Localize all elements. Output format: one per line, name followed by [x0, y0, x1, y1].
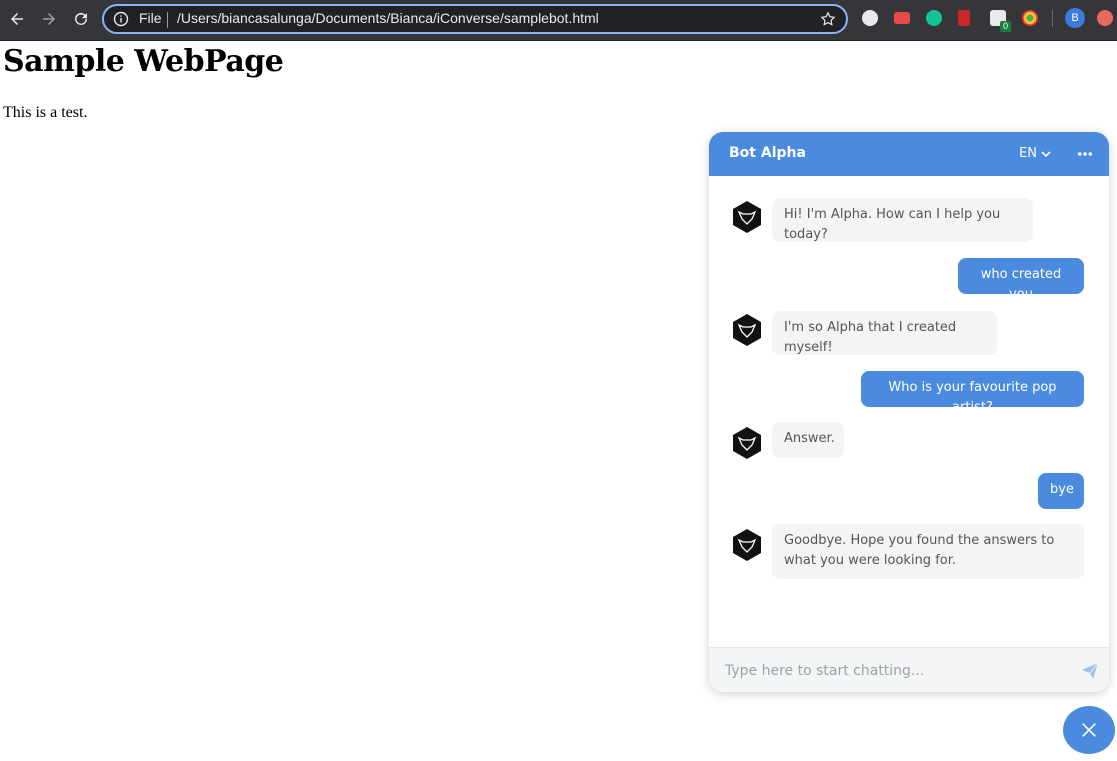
- bot-avatar-icon: [733, 529, 761, 561]
- extension-pdf-icon[interactable]: [958, 10, 970, 26]
- chevron-down-icon: [1041, 150, 1051, 157]
- extension-circle-icon[interactable]: [862, 10, 878, 26]
- chat-input[interactable]: [717, 654, 1082, 688]
- more-horizontal-icon: [1077, 152, 1093, 156]
- toolbar-divider: [1052, 10, 1053, 27]
- bot-avatar-icon: [733, 201, 761, 233]
- reload-icon: [75, 12, 87, 25]
- scheme-label: File: [139, 10, 162, 26]
- page-paragraph: This is a test.: [3, 104, 88, 121]
- forward-button[interactable]: [36, 6, 62, 32]
- close-chat-button[interactable]: [1063, 706, 1115, 754]
- profile-avatar[interactable]: B: [1065, 8, 1085, 28]
- language-label: EN: [1019, 146, 1037, 161]
- user-message: Who is your favourite pop artist?: [861, 371, 1084, 415]
- language-selector[interactable]: EN: [1019, 146, 1051, 161]
- url-text[interactable]: /Users/biancasalunga/Documents/Bianca/iC…: [177, 10, 599, 26]
- bot-message: Hi! I'm Alpha. How can I help you today?: [772, 198, 1033, 242]
- chat-title: Bot Alpha: [729, 145, 806, 161]
- chat-widget: Bot Alpha EN Hi! I'm Alpha. How can I he…: [709, 132, 1109, 692]
- send-icon[interactable]: [1081, 662, 1099, 680]
- user-message: who created you: [958, 258, 1084, 302]
- page-heading: Sample WebPage: [3, 44, 284, 79]
- bot-message: Goodbye. Hope you found the answers to w…: [772, 524, 1084, 579]
- address-bar[interactable]: File /Users/biancasalunga/Documents/Bian…: [102, 4, 848, 34]
- back-button[interactable]: [4, 6, 30, 32]
- bot-message: I'm so Alpha that I created myself!: [772, 311, 997, 355]
- extension-badge: 0: [1000, 21, 1011, 32]
- more-options-button[interactable]: [1076, 146, 1094, 162]
- bot-avatar-icon: [733, 314, 761, 346]
- grammarly-icon[interactable]: [926, 10, 942, 26]
- browser-toolbar: File /Users/biancasalunga/Documents/Bian…: [0, 0, 1117, 41]
- extension-color-icon[interactable]: [1022, 10, 1038, 26]
- chat-header: Bot Alpha EN: [709, 132, 1109, 176]
- info-icon[interactable]: [113, 11, 129, 27]
- arrow-right-icon: [43, 13, 55, 25]
- close-icon: [1082, 723, 1096, 737]
- bot-message: Answer.: [772, 422, 844, 458]
- user-message: bye: [1038, 473, 1084, 509]
- bot-avatar-icon: [733, 427, 761, 459]
- extension-home-icon[interactable]: [1097, 10, 1113, 26]
- extension-video-icon[interactable]: [894, 12, 910, 24]
- omnibox-divider: [167, 12, 168, 28]
- chat-footer: [709, 647, 1109, 692]
- arrow-left-icon: [11, 13, 23, 25]
- star-icon[interactable]: [820, 11, 836, 27]
- reload-button[interactable]: [68, 6, 94, 32]
